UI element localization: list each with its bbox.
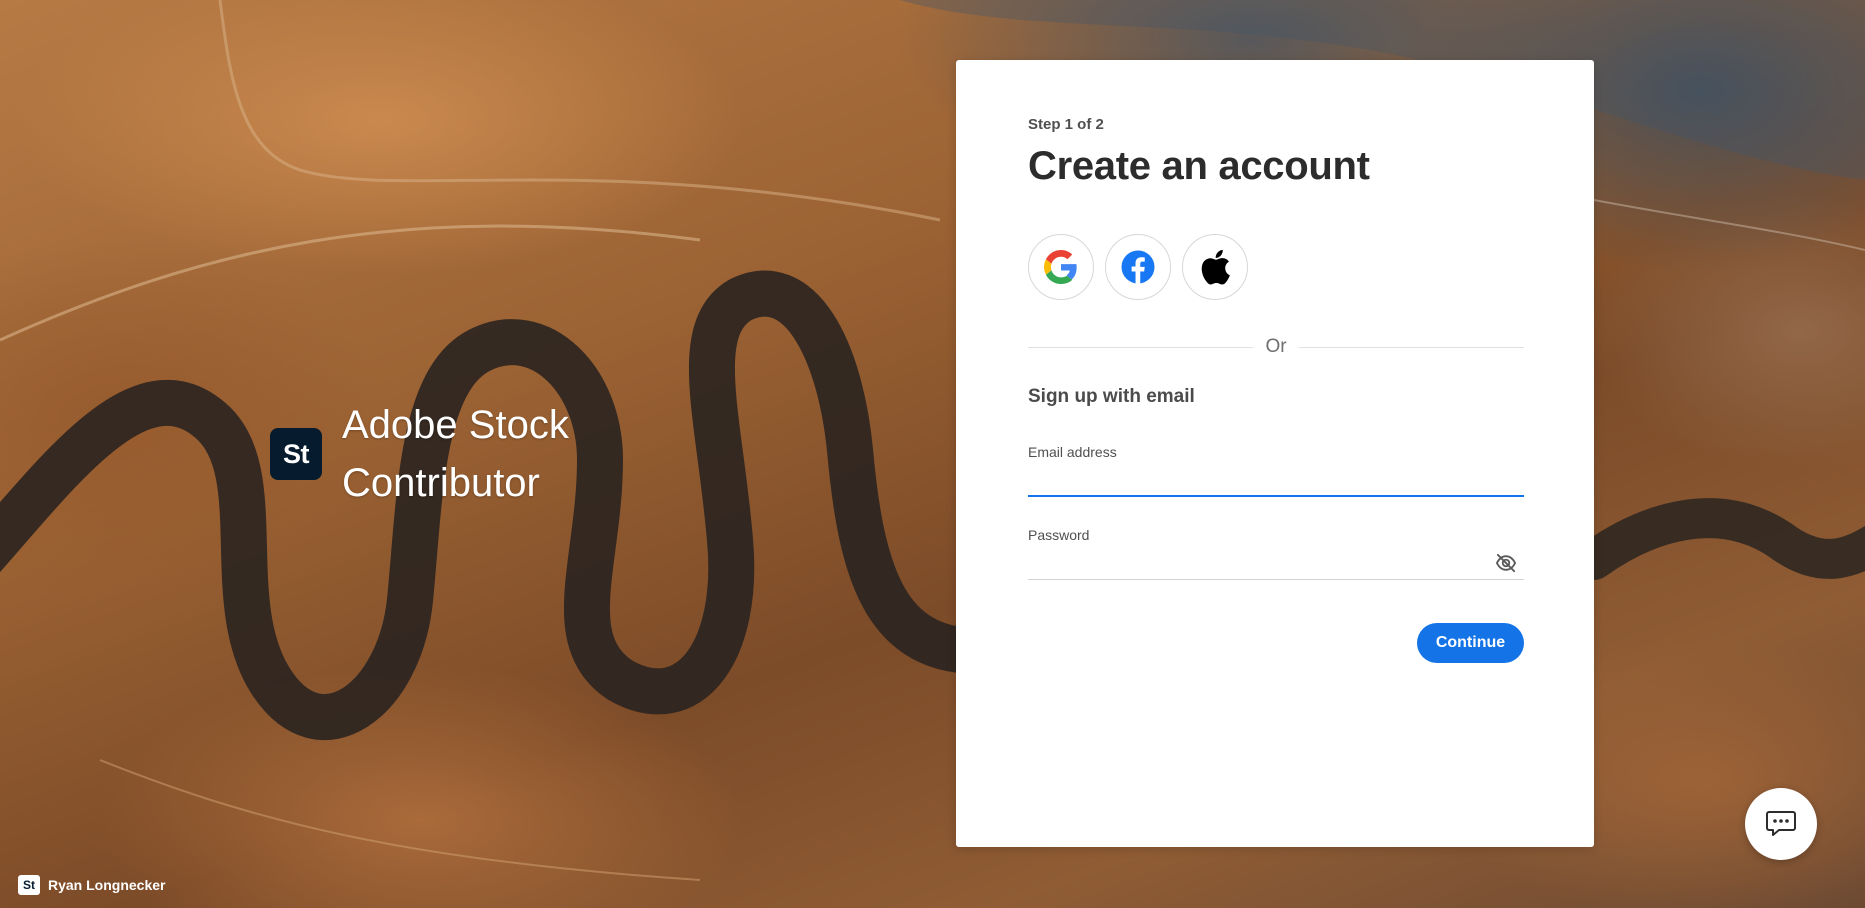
brand-name-line2: Contributor xyxy=(342,461,540,505)
or-divider: Or xyxy=(1028,336,1525,358)
signup-card: Step 1 of 2 Create an account Or Sign up… xyxy=(956,60,1594,847)
google-signin-button[interactable] xyxy=(1028,234,1094,300)
password-visibility-toggle[interactable] xyxy=(1492,550,1520,576)
password-label: Password xyxy=(1028,527,1090,543)
email-field[interactable] xyxy=(1028,463,1524,497)
eye-off-icon xyxy=(1495,553,1517,573)
facebook-icon xyxy=(1121,250,1155,284)
divider-line-left xyxy=(1028,346,1254,348)
password-field[interactable] xyxy=(1028,546,1524,580)
credit-stock-logo: St xyxy=(18,875,40,895)
signup-email-heading: Sign up with email xyxy=(1028,386,1195,407)
social-signin-group xyxy=(1028,234,1248,300)
chat-support-button[interactable] xyxy=(1745,788,1817,860)
divider-text: Or xyxy=(1265,336,1287,357)
step-indicator: Step 1 of 2 xyxy=(1028,116,1104,133)
brand-lockup: St Adobe Stock Contributor xyxy=(270,396,602,512)
chat-icon xyxy=(1766,811,1796,836)
facebook-signin-button[interactable] xyxy=(1105,234,1171,300)
email-label: Email address xyxy=(1028,444,1117,460)
page-title: Create an account xyxy=(1028,144,1370,188)
continue-button[interactable]: Continue xyxy=(1417,623,1524,663)
google-icon xyxy=(1044,250,1077,284)
brand-name: Adobe Stock Contributor xyxy=(342,396,602,512)
photo-credit[interactable]: St Ryan Longnecker xyxy=(18,875,165,895)
page: St Adobe Stock Contributor St Ryan Longn… xyxy=(0,0,1865,908)
brand-name-line1: Adobe Stock xyxy=(342,403,569,447)
apple-signin-button[interactable] xyxy=(1182,234,1248,300)
adobe-stock-logo: St xyxy=(270,428,322,480)
apple-icon xyxy=(1201,249,1230,285)
divider-line-right xyxy=(1298,346,1525,348)
photographer-name[interactable]: Ryan Longnecker xyxy=(48,877,165,893)
